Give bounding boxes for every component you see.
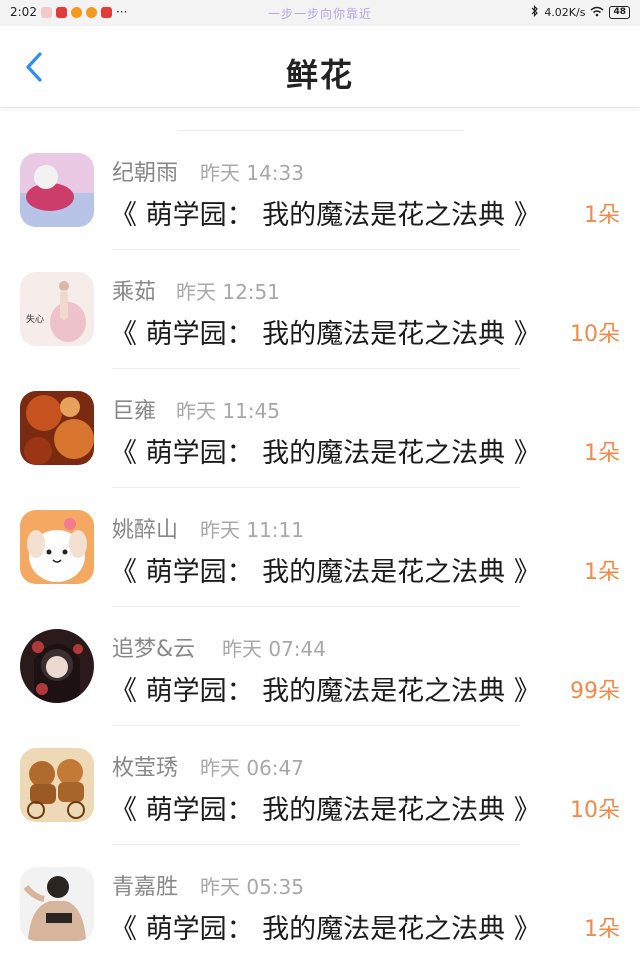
gift-time: 昨天 12:51 <box>176 280 280 304</box>
network-speed: 4.02K/s <box>544 6 586 19</box>
sender-name: 追梦&云 <box>112 637 196 662</box>
bluetooth-icon <box>531 5 539 20</box>
wifi-icon <box>590 6 604 20</box>
list-item[interactable]: 失心 乘茹 昨天 12:51 《 萌学园： 我的魔法是花之法典 》 10朵 <box>0 250 640 369</box>
sender-name: 巨雍 <box>112 399 157 424</box>
flower-amount: 1朵 <box>584 203 620 228</box>
flower-amount: 1朵 <box>584 917 620 942</box>
avatar[interactable] <box>20 748 94 822</box>
avatar[interactable] <box>20 867 94 941</box>
avatar-text: 失心 <box>26 313 44 325</box>
book-title[interactable]: 《 萌学园： 我的魔法是花之法典 》 <box>110 907 541 946</box>
avatar[interactable] <box>20 629 94 703</box>
avatar[interactable]: 失心 <box>20 272 94 346</box>
sender-name: 纪朝雨 <box>112 161 179 186</box>
list-item[interactable]: 姚醉山 昨天 11:11 《 萌学园： 我的魔法是花之法典 》 1朵 <box>0 488 640 607</box>
book-title[interactable]: 《 萌学园： 我的魔法是花之法典 》 <box>110 312 541 351</box>
status-right: 4.02K/s 48 <box>531 5 630 20</box>
flower-amount: 10朵 <box>570 798 620 823</box>
navigation-bar: 鲜花 <box>0 26 640 108</box>
list-item[interactable]: 追梦&云 昨天 07:44 《 萌学园： 我的魔法是花之法典 》 99朵 <box>0 607 640 726</box>
list-item[interactable]: 枚莹琇 昨天 06:47 《 萌学园： 我的魔法是花之法典 》 10朵 <box>0 726 640 845</box>
gift-time: 昨天 06:47 <box>200 756 304 780</box>
status-bar: 2:02 ··· 一步一步向你靠近 4.02K/s 48 <box>0 0 640 26</box>
book-title[interactable]: 《 萌学园： 我的魔法是花之法典 》 <box>110 431 541 470</box>
avatar[interactable] <box>20 153 94 227</box>
flower-amount: 1朵 <box>584 441 620 466</box>
page-title: 鲜花 <box>285 56 354 94</box>
flower-gift-list[interactable]: 纪朝雨 昨天 14:33 《 萌学园： 我的魔法是花之法典 》 1朵 失心 乘茹… <box>0 108 640 974</box>
flower-amount: 1朵 <box>584 560 620 585</box>
avatar[interactable] <box>20 391 94 465</box>
list-item[interactable]: 纪朝雨 昨天 14:33 《 萌学园： 我的魔法是花之法典 》 1朵 <box>0 131 640 250</box>
gift-time: 昨天 07:44 <box>222 637 326 661</box>
list-item[interactable]: 青嘉胜 昨天 05:35 《 萌学园： 我的魔法是花之法典 》 1朵 <box>0 845 640 964</box>
book-title[interactable]: 《 萌学园： 我的魔法是花之法典 》 <box>110 788 541 827</box>
gift-time: 昨天 11:45 <box>176 399 280 423</box>
sender-name: 乘茹 <box>112 280 157 305</box>
flower-amount: 10朵 <box>570 322 620 347</box>
sender-name: 枚莹琇 <box>112 756 179 781</box>
book-title[interactable]: 《 萌学园： 我的魔法是花之法典 》 <box>110 669 541 708</box>
flower-amount: 99朵 <box>570 679 620 704</box>
book-title[interactable]: 《 萌学园： 我的魔法是花之法典 》 <box>110 193 541 232</box>
book-title[interactable]: 《 萌学园： 我的魔法是花之法典 》 <box>110 550 541 589</box>
sender-name: 青嘉胜 <box>112 875 179 900</box>
gift-time: 昨天 11:11 <box>200 518 304 542</box>
gift-time: 昨天 05:35 <box>200 875 304 899</box>
avatar[interactable] <box>20 510 94 584</box>
sender-name: 姚醉山 <box>112 518 179 543</box>
battery-icon: 48 <box>609 6 630 19</box>
list-item[interactable]: 巨雍 昨天 11:45 《 萌学园： 我的魔法是花之法典 》 1朵 <box>0 369 640 488</box>
gift-time: 昨天 14:33 <box>200 161 304 185</box>
